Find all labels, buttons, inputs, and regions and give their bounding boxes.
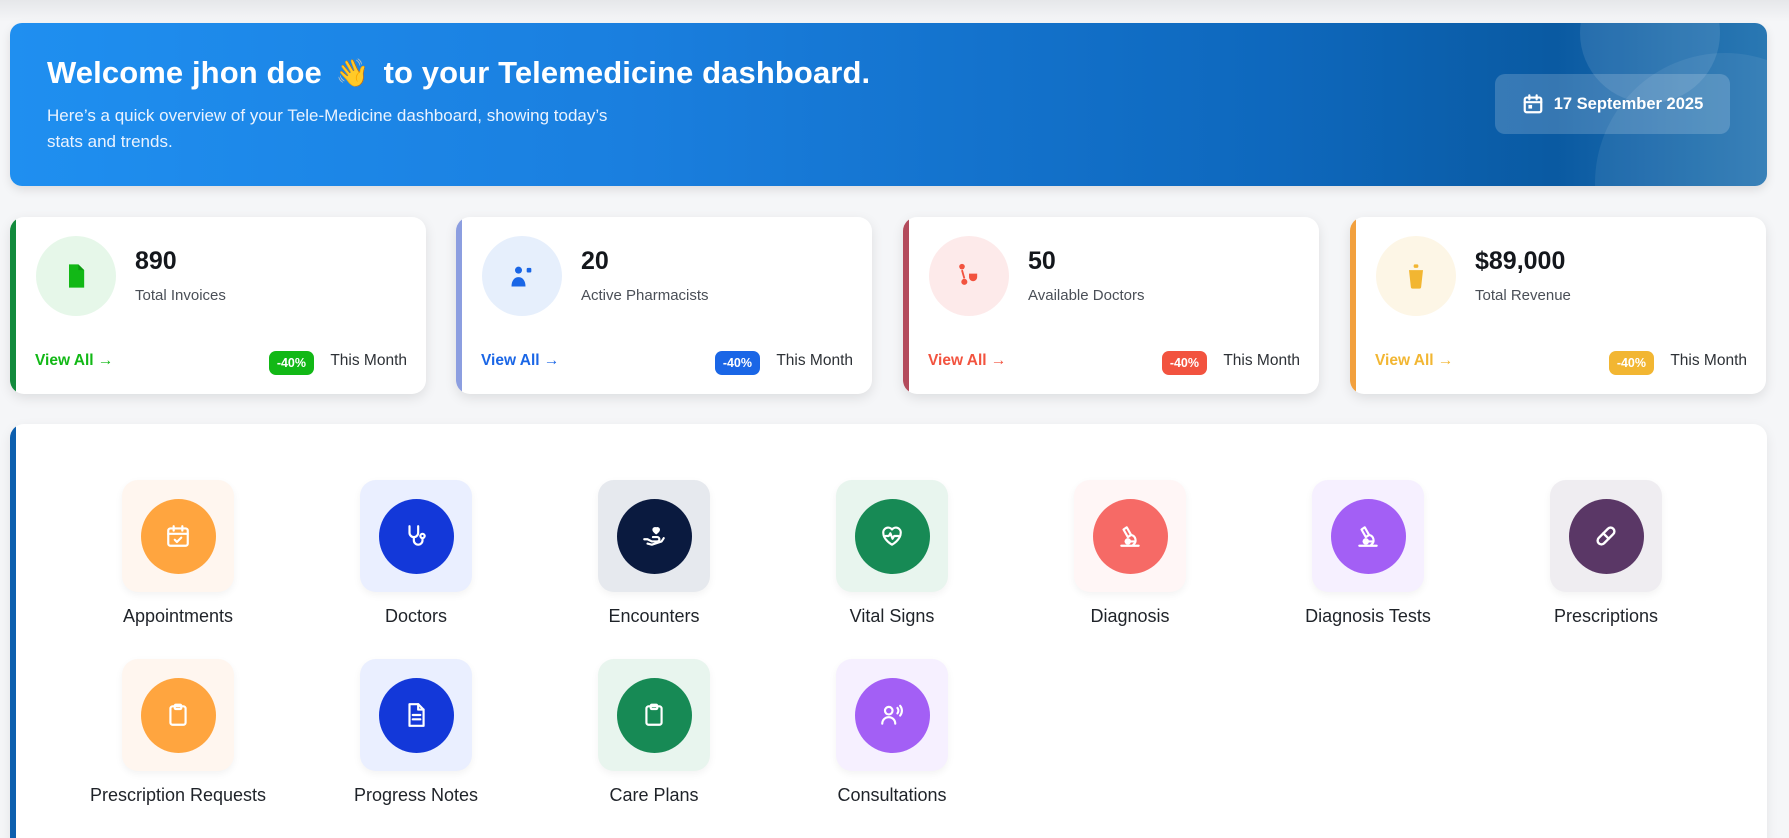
period-label: This Month xyxy=(1670,352,1747,369)
stat-label: Total Revenue xyxy=(1475,287,1571,304)
change-badge: -40% xyxy=(268,351,314,375)
view-all-link[interactable]: View All → xyxy=(481,352,559,370)
welcome-title-name: Welcome jhon doe xyxy=(47,55,322,90)
stat-label: Active Pharmacists xyxy=(581,287,709,304)
top-shade xyxy=(0,0,1789,22)
module-care-plans[interactable]: Care Plans xyxy=(534,659,774,819)
stat-icon-wrap xyxy=(482,236,562,316)
period-label: This Month xyxy=(776,352,853,369)
module-diagnosis[interactable]: Diagnosis xyxy=(1010,480,1250,640)
stethoscope-icon xyxy=(408,525,426,546)
clipboard-icon xyxy=(169,703,187,726)
view-all-link[interactable]: View All → xyxy=(928,352,1006,370)
revenue-icon xyxy=(1409,264,1423,289)
stat-icon-wrap xyxy=(1376,236,1456,316)
stat-label: Available Doctors xyxy=(1028,287,1145,304)
stat-value: 890 xyxy=(135,247,177,275)
module-label: Diagnosis xyxy=(1090,606,1170,626)
stat-value: $89,000 xyxy=(1475,247,1566,275)
module-label: Progress Notes xyxy=(353,785,479,805)
modules-panel: Appointments Doctors Encounters Vital Si… xyxy=(10,424,1767,838)
calendar-icon xyxy=(1523,94,1543,114)
heart-pulse-icon xyxy=(882,526,902,546)
change-badge: -40% xyxy=(714,351,760,375)
module-consultations[interactable]: Consultations xyxy=(772,659,1012,819)
stat-card-invoices: 890 Total Invoices View All → -40% This … xyxy=(10,217,426,394)
module-label: Doctors xyxy=(384,606,447,626)
view-all-link[interactable]: View All → xyxy=(35,352,113,370)
document-icon xyxy=(408,703,425,727)
module-tile[interactable] xyxy=(1550,480,1662,592)
pharmacist-icon xyxy=(511,266,532,287)
module-progress-notes[interactable]: Progress Notes xyxy=(296,659,536,819)
stat-icon-wrap xyxy=(36,236,116,316)
stat-value: 20 xyxy=(581,247,609,275)
stats-row: 890 Total Invoices View All → -40% This … xyxy=(10,217,1767,394)
module-tile[interactable] xyxy=(1312,480,1424,592)
clipboard-icon xyxy=(645,703,663,726)
module-label: Care Plans xyxy=(609,785,699,805)
module-appointments[interactable]: Appointments xyxy=(58,480,298,640)
hand-heart-icon xyxy=(643,527,665,546)
microscope-icon xyxy=(1358,526,1378,547)
module-label: Prescriptions xyxy=(1553,606,1659,626)
module-label: Vital Signs xyxy=(849,606,935,626)
doctor-icon xyxy=(959,263,978,285)
file-icon xyxy=(69,264,85,288)
module-diagnosis-tests[interactable]: Diagnosis Tests xyxy=(1248,480,1488,640)
view-all-link[interactable]: View All → xyxy=(1375,352,1453,370)
stat-label: Total Invoices xyxy=(135,287,226,304)
stat-card-pharmacists: 20 Active Pharmacists View All → -40% Th… xyxy=(456,217,872,394)
module-label: Appointments xyxy=(122,606,234,626)
change-badge: -40% xyxy=(1608,351,1654,375)
stat-icon-wrap xyxy=(929,236,1009,316)
period-label: This Month xyxy=(1223,352,1300,369)
waving-hand-icon: 👋 xyxy=(335,58,370,88)
welcome-title-rest: to your Telemedicine dashboard. xyxy=(383,55,871,90)
module-vital-signs[interactable]: Vital Signs xyxy=(772,480,1012,640)
stat-value: 50 xyxy=(1028,247,1056,275)
change-badge: -40% xyxy=(1161,351,1207,375)
module-tile[interactable] xyxy=(1074,480,1186,592)
current-date: 17 September 2025 xyxy=(1553,94,1704,113)
module-tile[interactable] xyxy=(360,480,472,592)
stat-card-doctors: 50 Available Doctors View All → -40% Thi… xyxy=(903,217,1319,394)
module-tile[interactable] xyxy=(598,480,710,592)
calendar-check-icon xyxy=(167,525,189,547)
module-tile[interactable] xyxy=(122,659,234,771)
microscope-icon xyxy=(1120,526,1140,547)
date-chip: 17 September 2025 xyxy=(1495,74,1730,134)
welcome-title: Welcome jhon doe 👋 to your Telemedicine … xyxy=(47,55,870,91)
module-label: Encounters xyxy=(608,606,700,626)
module-tile[interactable] xyxy=(836,480,948,592)
module-tile[interactable] xyxy=(598,659,710,771)
module-label: Prescription Requests xyxy=(89,785,267,805)
period-label: This Month xyxy=(330,352,407,369)
stat-card-revenue: $89,000 Total Revenue View All → -40% Th… xyxy=(1350,217,1766,394)
welcome-banner: Welcome jhon doe 👋 to your Telemedicine … xyxy=(10,23,1767,186)
module-prescription-requests[interactable]: Prescription Requests xyxy=(58,659,298,819)
module-label: Diagnosis Tests xyxy=(1305,606,1431,626)
module-prescriptions[interactable]: Prescriptions xyxy=(1486,480,1726,640)
user-voice-icon xyxy=(881,704,903,725)
module-tile[interactable] xyxy=(836,659,948,771)
module-tile[interactable] xyxy=(122,480,234,592)
module-encounters[interactable]: Encounters xyxy=(534,480,774,640)
module-doctors[interactable]: Doctors xyxy=(296,480,536,640)
module-label: Consultations xyxy=(837,785,947,805)
module-tile[interactable] xyxy=(360,659,472,771)
pill-icon xyxy=(1596,526,1616,546)
welcome-subtitle: Here’s a quick overview of your Tele-Med… xyxy=(47,106,608,151)
